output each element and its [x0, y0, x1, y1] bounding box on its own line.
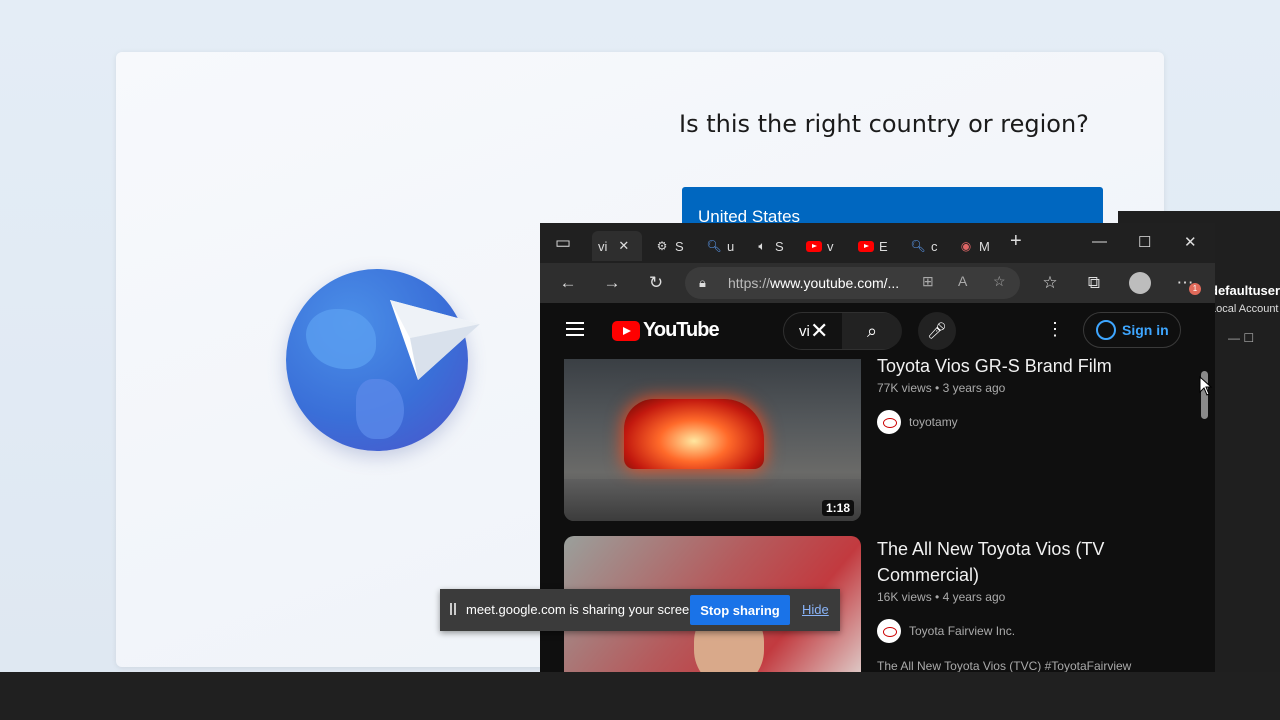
- tab-label: u: [727, 238, 735, 254]
- favorite-star-icon[interactable]: ☆: [993, 273, 1006, 290]
- video-description: The All New Toyota Vios (TVC) #ToyotaFai…: [877, 659, 1132, 672]
- youtube-icon: [806, 240, 822, 252]
- close-button[interactable]: ✕: [1184, 233, 1197, 251]
- channel-avatar: [877, 410, 901, 434]
- tab-settings[interactable]: ⚙ S: [648, 231, 684, 261]
- tab-label: S: [775, 238, 784, 254]
- youtube-header: YouTube vi ✕ ⌕ 🎤︎ ⋮ Sign in: [540, 303, 1215, 359]
- tab-label: v: [827, 238, 834, 254]
- channel-name: toyotamy: [909, 415, 958, 429]
- thumbnail-car: [624, 399, 764, 469]
- tab-active[interactable]: vi ✕: [592, 231, 642, 261]
- tab-label: E: [879, 238, 888, 254]
- globe-land: [306, 309, 376, 369]
- mouse-cursor-icon: [1199, 376, 1213, 396]
- maximize-button[interactable]: ☐: [1138, 233, 1151, 251]
- drag-handle-icon[interactable]: [450, 603, 456, 615]
- address-bar[interactable]: 🔒︎ https://www.youtube.com/... ⊞ A ☆: [685, 267, 1020, 299]
- sign-in-button[interactable]: Sign in: [1083, 312, 1181, 348]
- video-title[interactable]: Toyota Vios GR-S Brand Film: [877, 353, 1177, 379]
- channel-link[interactable]: Toyota Fairview Inc.: [877, 619, 1015, 643]
- new-tab-button[interactable]: +: [1010, 230, 1022, 253]
- minimize-button[interactable]: —: [1092, 233, 1107, 250]
- collections-icon[interactable]: ⧉: [1081, 271, 1107, 295]
- paper-plane-icon: [390, 300, 480, 380]
- account-icon: [1096, 320, 1116, 340]
- screen-share-bar: meet.google.com is sharing your screen. …: [440, 589, 840, 631]
- channel-avatar: [877, 619, 901, 643]
- video-title[interactable]: The All New Toyota Vios (TV Commercial): [877, 536, 1177, 588]
- thumbnail-road: [564, 479, 861, 521]
- browser-toolbar: ← → ↻ 🔒︎ https://www.youtube.com/... ⊞ A…: [540, 263, 1215, 303]
- favorites-icon[interactable]: ☆: [1037, 271, 1063, 295]
- clear-search-icon[interactable]: ✕: [810, 318, 828, 344]
- video-meta: 16K views • 4 years ago: [877, 590, 1006, 604]
- forward-arrow-icon[interactable]: →: [599, 271, 625, 295]
- youtube-logo[interactable]: YouTube: [612, 319, 720, 342]
- account-type: Local Account: [1210, 303, 1279, 315]
- video-thumbnail[interactable]: [564, 359, 861, 521]
- tab-search-2[interactable]: 🔍︎ c: [904, 231, 938, 261]
- youtube-play-icon: [612, 320, 640, 341]
- tab-youtube-1[interactable]: v: [800, 231, 834, 261]
- search-icon: 🔍︎: [706, 239, 722, 253]
- hide-link[interactable]: Hide: [802, 602, 829, 617]
- tab-label: vi: [598, 238, 608, 254]
- back-arrow-icon[interactable]: ←: [555, 271, 581, 295]
- channel-link[interactable]: toyotamy: [877, 410, 958, 434]
- window-controls[interactable]: — ☐: [1228, 331, 1254, 345]
- youtube-logo-text: YouTube: [643, 319, 720, 341]
- youtube-icon: [858, 240, 874, 252]
- search-button[interactable]: ⌕: [842, 313, 902, 349]
- read-aloud-icon[interactable]: A: [958, 273, 967, 289]
- menu-icon[interactable]: [566, 322, 584, 336]
- search-icon: ⌕: [866, 320, 878, 341]
- sign-in-label: Sign in: [1122, 322, 1169, 338]
- voice-search-icon[interactable]: 🎤︎: [918, 312, 956, 350]
- speaker-icon: 🔈︎: [758, 238, 766, 253]
- gear-icon: ⚙: [656, 239, 668, 253]
- lock-icon: 🔒︎: [699, 275, 706, 290]
- channel-name: Toyota Fairview Inc.: [909, 624, 1016, 638]
- taskbar: [0, 672, 1280, 720]
- tab-close-icon[interactable]: ✕: [618, 238, 629, 254]
- tab-youtube-2[interactable]: E: [852, 231, 888, 261]
- refresh-icon[interactable]: ↻: [643, 271, 669, 295]
- tab-audio[interactable]: 🔈︎ S: [748, 231, 784, 261]
- globe-land: [356, 379, 404, 439]
- app-available-icon[interactable]: ⊞: [922, 273, 934, 290]
- url-text: https://www.youtube.com/...: [728, 275, 900, 291]
- tab-actions-icon[interactable]: ▭: [550, 231, 576, 255]
- profile-avatar-icon[interactable]: [1127, 271, 1153, 295]
- account-username: defaultuser: [1210, 283, 1280, 298]
- stop-sharing-button[interactable]: Stop sharing: [690, 595, 790, 625]
- tab-label: M: [979, 238, 990, 254]
- video-meta: 77K views • 3 years ago: [877, 381, 1006, 395]
- tab-label: S: [675, 238, 684, 254]
- share-message: meet.google.com is sharing your screen.: [466, 602, 701, 617]
- tab-label: c: [931, 238, 938, 254]
- setup-title: Is this the right country or region?: [679, 110, 1089, 138]
- search-input[interactable]: vi ✕ ⌕: [783, 312, 902, 350]
- record-icon: ◉: [960, 239, 972, 253]
- video-duration: 1:18: [822, 500, 855, 516]
- notification-badge: 1: [1189, 283, 1201, 295]
- search-icon: 🔍︎: [910, 239, 926, 253]
- more-options-icon[interactable]: ⋮: [1046, 319, 1064, 340]
- tab-search[interactable]: 🔍︎ u: [700, 231, 734, 261]
- search-query: vi: [799, 323, 810, 340]
- tab-recording[interactable]: ◉ M: [952, 231, 990, 261]
- tab-strip: ▭ vi ✕ ⚙ S 🔍︎ u 🔈︎ S v E 🔍︎ c ◉ M + — ☐ …: [540, 223, 1215, 263]
